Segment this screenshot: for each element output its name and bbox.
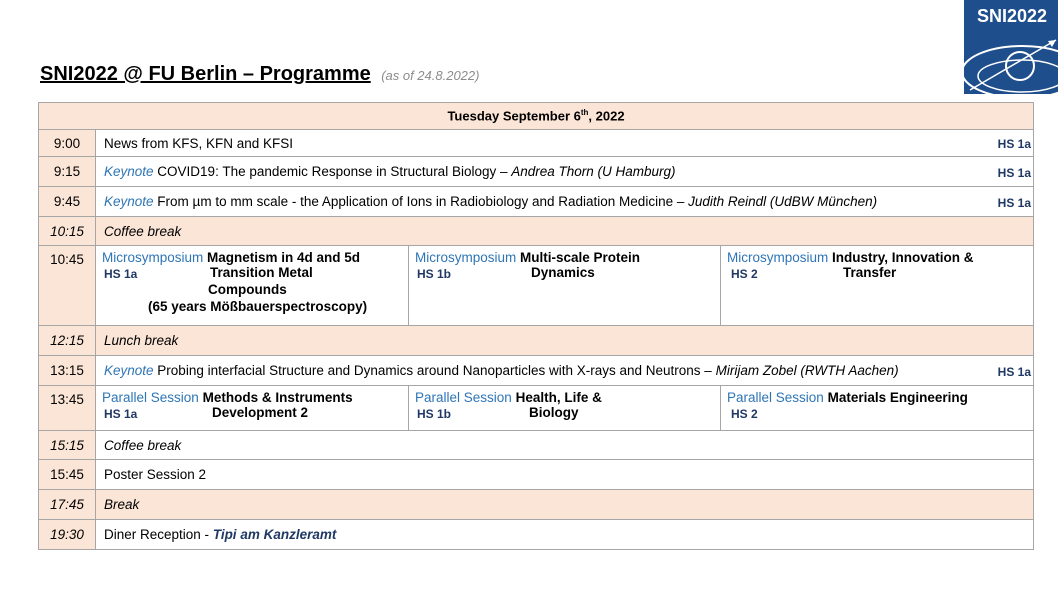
room-label: HS 1a: [104, 267, 138, 281]
time-cell: 10:15: [38, 216, 96, 246]
table-row: 9:15 Keynote COVID19: The pandemic Respo…: [38, 156, 1035, 187]
table-row: 13:45 Parallel Session Methods & Instrum…: [38, 385, 1035, 431]
time-cell: 13:15: [38, 355, 96, 386]
table-row: 15:15 Coffee break: [38, 430, 1035, 460]
break-cell: Coffee break: [94, 216, 1035, 246]
time-cell: 9:00: [38, 129, 96, 157]
programme-table: Tuesday September 6th, 2022 9:00 News fr…: [37, 102, 1035, 550]
venue: Tipi am Kanzleramt: [212, 527, 337, 542]
session-cell: Parallel Session Materials Engineering H…: [719, 385, 1035, 431]
room-label: HS 1a: [997, 364, 1032, 379]
session-cell: Microsymposium Multi-scale Protein HS 1b…: [408, 245, 721, 326]
event-cell: Poster Session 2: [94, 459, 1035, 490]
session-title: Materials Engineering: [827, 390, 968, 405]
time-cell: 17:45: [38, 489, 96, 520]
event-cell: News from KFS, KFN and KFSI HS 1a: [94, 129, 1035, 157]
table-row: 17:45 Break: [38, 489, 1035, 520]
logo-text: SNI2022: [977, 6, 1048, 26]
time-cell: 15:45: [38, 459, 96, 490]
session-kind: Parallel Session: [727, 390, 824, 405]
room-label: HS 1b: [417, 267, 452, 281]
room-label: HS 1a: [997, 137, 1032, 151]
table-row: 9:45 Keynote From µm to mm scale - the A…: [38, 186, 1035, 217]
session-kind: Keynote: [104, 363, 154, 378]
session-kind: Parallel Session: [415, 390, 512, 405]
room-label: HS 1b: [417, 407, 452, 421]
time-cell: 13:45: [38, 385, 96, 431]
sni2022-logo: SNI2022: [964, 0, 1058, 94]
break-cell: Coffee break: [94, 430, 1035, 460]
session-cell: Parallel Session Health, Life & HS 1b Bi…: [408, 385, 721, 431]
break-cell: Break: [94, 489, 1035, 520]
session-cell: Microsymposium Industry, Innovation & HS…: [719, 245, 1035, 326]
session-kind: Keynote: [104, 164, 154, 179]
session-kind: Microsymposium: [727, 250, 829, 265]
session-title: Multi-scale Protein: [520, 250, 641, 265]
day-header: Tuesday September 6th, 2022: [37, 102, 1035, 130]
page-title: SNI2022 @ FU Berlin – Programme: [40, 63, 371, 85]
time-cell: 9:45: [38, 186, 96, 217]
time-cell: 9:15: [38, 156, 96, 187]
session-kind: Parallel Session: [102, 390, 199, 405]
session-kind: Microsymposium: [415, 250, 517, 265]
session-title: Magnetism in 4d and 5d: [207, 250, 361, 265]
event-cell: Keynote COVID19: The pandemic Response i…: [94, 156, 1035, 187]
page-title-block: SNI2022 @ FU Berlin – Programme (as of 2…: [40, 63, 479, 86]
session-title: Health, Life &: [515, 390, 602, 405]
speaker: Andrea Thorn (U Hamburg): [511, 164, 676, 179]
session-cell: Parallel Session Methods & Instruments H…: [95, 385, 409, 431]
speaker: Mirijam Zobel (RWTH Aachen): [715, 363, 899, 378]
room-label: HS 2: [731, 407, 758, 421]
table-row: 19:30 Diner Reception - Tipi am Kanzlera…: [38, 519, 1035, 550]
room-label: HS 2: [731, 267, 758, 281]
room-label: HS 1a: [104, 407, 138, 421]
as-of-date: (as of 24.8.2022): [381, 68, 480, 83]
table-row: 10:45 Microsymposium Magnetism in 4d and…: [38, 245, 1035, 326]
table-row: 12:15 Lunch break: [38, 325, 1035, 356]
session-kind: Keynote: [104, 194, 154, 209]
table-row: 13:15 Keynote Probing interfacial Struct…: [38, 355, 1035, 386]
table-row: 10:15 Coffee break: [38, 216, 1035, 246]
session-title: Industry, Innovation &: [832, 250, 974, 265]
speaker: Judith Reindl (UdBW München): [688, 194, 878, 209]
event-cell: Keynote From µm to mm scale - the Applic…: [94, 186, 1035, 217]
event-cell: Keynote Probing interfacial Structure an…: [94, 355, 1035, 386]
time-cell: 15:15: [38, 430, 96, 460]
event-cell: Diner Reception - Tipi am Kanzleramt: [94, 519, 1035, 550]
session-title: Methods & Instruments: [202, 390, 353, 405]
time-cell: 10:45: [38, 245, 96, 326]
day-header-row: Tuesday September 6th, 2022: [37, 102, 1035, 130]
table-row: 9:00 News from KFS, KFN and KFSI HS 1a: [38, 129, 1035, 157]
table-row: 15:45 Poster Session 2: [38, 459, 1035, 490]
session-kind: Microsymposium: [102, 250, 204, 265]
break-cell: Lunch break: [94, 325, 1035, 356]
room-label: HS 1a: [997, 195, 1032, 210]
time-cell: 19:30: [38, 519, 96, 550]
room-label: HS 1a: [997, 165, 1032, 180]
session-cell: Microsymposium Magnetism in 4d and 5d HS…: [95, 245, 409, 326]
time-cell: 12:15: [38, 325, 96, 356]
